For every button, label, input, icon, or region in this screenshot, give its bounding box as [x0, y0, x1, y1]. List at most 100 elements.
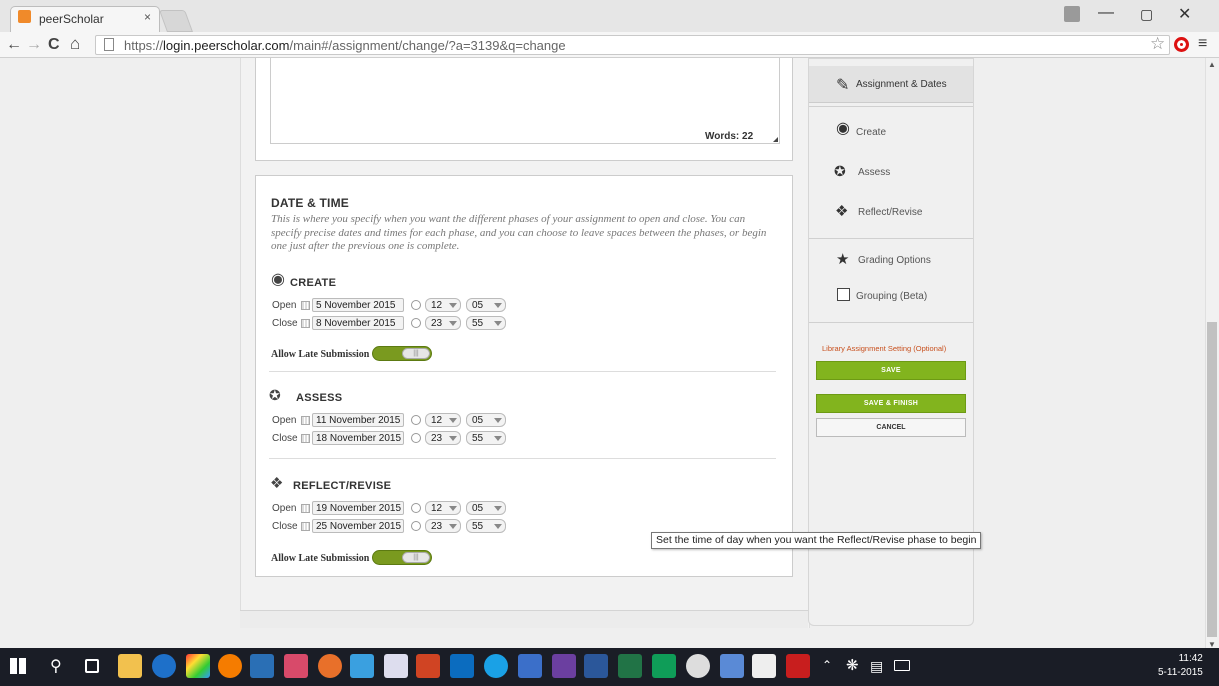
assess-close-minute[interactable]: 55 [466, 431, 506, 445]
page-icon [104, 38, 114, 51]
search-icon[interactable]: ⚲ [50, 656, 62, 676]
save-button[interactable]: SAVE [816, 361, 966, 380]
create-close-minute[interactable]: 55 [466, 316, 506, 330]
phase-title-create: CREATE [290, 277, 337, 289]
resize-handle[interactable] [773, 137, 778, 142]
keyboard-icon[interactable] [894, 660, 910, 671]
create-open-date[interactable]: 5 November 2015 [312, 298, 404, 312]
home-icon[interactable]: ⌂ [70, 34, 80, 54]
chrome-icon[interactable] [218, 654, 242, 678]
excel-icon[interactable] [618, 654, 642, 678]
edit-icon: ✎ [836, 77, 850, 94]
hands-icon: ✪ [269, 387, 281, 403]
create-close-date[interactable]: 8 November 2015 [312, 316, 404, 330]
assess-open-minute[interactable]: 05 [466, 413, 506, 427]
calendar-icon[interactable] [301, 301, 310, 310]
close-label: Close [272, 318, 298, 329]
sidebar-item-assignment-dates[interactable]: Assignment & Dates [856, 79, 947, 90]
remote-desktop-icon[interactable] [250, 654, 274, 678]
window-close-icon[interactable]: ✕ [1178, 4, 1191, 24]
acrobat-icon[interactable] [786, 654, 810, 678]
create-open-hour[interactable]: 12 [425, 298, 461, 312]
browser-menu-icon[interactable]: ≡ [1198, 35, 1207, 53]
clock-icon [411, 433, 421, 443]
reflect-icon: ❖ [835, 203, 849, 220]
ie-icon[interactable] [152, 654, 176, 678]
cancel-button[interactable]: CANCEL [816, 418, 966, 437]
hands-icon: ✪ [834, 163, 846, 179]
firefox-icon[interactable] [318, 654, 342, 678]
open-label: Open [272, 300, 297, 311]
sidebar-item-assess[interactable]: Assess [858, 167, 890, 178]
calendar-icon[interactable] [301, 504, 310, 513]
scrollbar-thumb[interactable] [1207, 322, 1217, 637]
paint-icon[interactable] [186, 654, 210, 678]
allow-late-toggle[interactable]: ||| [372, 346, 432, 361]
chevron-down-icon [494, 524, 502, 529]
browser-tab[interactable]: peerScholar [10, 6, 160, 32]
create-open-minute[interactable]: 05 [466, 298, 506, 312]
file-explorer-icon[interactable] [118, 654, 142, 678]
date-time-description: This is where you specify when you want … [271, 213, 767, 252]
url-input[interactable]: https://login.peerscholar.com/main#/assi… [95, 35, 1170, 55]
calendar-icon[interactable] [301, 319, 310, 328]
forward-icon[interactable]: → [26, 36, 42, 54]
assess-open-date[interactable]: 11 November 2015 [312, 413, 404, 427]
reload-icon[interactable]: C [48, 36, 60, 54]
settings-tray-icon[interactable]: ❋ [846, 656, 859, 674]
notifications-icon[interactable]: ▤ [870, 658, 883, 675]
calculator-icon[interactable] [552, 654, 576, 678]
network-icon[interactable] [350, 654, 374, 678]
sidebar-item-reflect[interactable]: Reflect/Revise [858, 207, 922, 218]
calendar-icon[interactable] [301, 434, 310, 443]
word-icon[interactable] [584, 654, 608, 678]
reflect-open-hour[interactable]: 12 [425, 501, 461, 515]
assess-close-hour[interactable]: 23 [425, 431, 461, 445]
store-icon[interactable] [384, 654, 408, 678]
gear-app-icon[interactable] [686, 654, 710, 678]
create-close-hour[interactable]: 23 [425, 316, 461, 330]
assess-open-hour[interactable]: 12 [425, 413, 461, 427]
extension-icon[interactable] [1174, 37, 1189, 52]
time-tooltip: Set the time of day when you want the Re… [651, 532, 982, 549]
outlook-icon[interactable] [450, 654, 474, 678]
favicon-icon [18, 10, 31, 23]
sidebar-item-grouping[interactable]: Grouping (Beta) [856, 291, 927, 302]
sidebar-item-create[interactable]: Create [856, 127, 886, 138]
calendar-icon[interactable] [301, 522, 310, 531]
powerpoint-icon[interactable] [416, 654, 440, 678]
drawing-app-icon[interactable] [752, 654, 776, 678]
taskbar-clock[interactable]: 11:42 5-11-2015 [1158, 652, 1203, 680]
skype-icon[interactable] [484, 654, 508, 678]
scroll-up-icon[interactable]: ▲ [1208, 60, 1216, 69]
user-profile-icon[interactable] [1064, 6, 1080, 22]
calendar-icon[interactable] [301, 416, 310, 425]
reflect-open-date[interactable]: 19 November 2015 [312, 501, 404, 515]
maximize-icon[interactable]: ▢ [1140, 6, 1153, 23]
assess-close-date[interactable]: 18 November 2015 [312, 431, 404, 445]
reflect-open-minute[interactable]: 05 [466, 501, 506, 515]
save-finish-button[interactable]: SAVE & FINISH [816, 394, 966, 413]
windows-start-icon[interactable] [10, 658, 26, 674]
description-editor[interactable] [270, 58, 780, 144]
sidebar-item-grading[interactable]: Grading Options [858, 255, 931, 266]
back-icon[interactable]: ← [6, 36, 22, 54]
reflect-close-minute[interactable]: 55 [466, 519, 506, 533]
media-icon[interactable] [720, 654, 744, 678]
bookmark-star-icon[interactable]: ☆ [1150, 34, 1165, 54]
chevron-down-icon [494, 436, 502, 441]
task-view-icon[interactable] [85, 659, 99, 673]
tab-close-icon[interactable]: × [144, 10, 151, 24]
sheets-icon[interactable] [652, 654, 676, 678]
clock-icon [411, 415, 421, 425]
reflect-close-date[interactable]: 25 November 2015 [312, 519, 404, 533]
chevron-down-icon [449, 524, 457, 529]
app-icon[interactable] [518, 654, 542, 678]
minimize-icon[interactable]: — [1098, 4, 1114, 22]
allow-late-label: Allow Late Submission [271, 349, 370, 360]
allow-late-toggle[interactable]: ||| [372, 550, 432, 565]
snipping-icon[interactable] [284, 654, 308, 678]
reflect-close-hour[interactable]: 23 [425, 519, 461, 533]
library-setting-link[interactable]: Library Assignment Setting (Optional) [822, 344, 946, 353]
chevron-up-icon[interactable]: ⌃ [822, 658, 832, 672]
